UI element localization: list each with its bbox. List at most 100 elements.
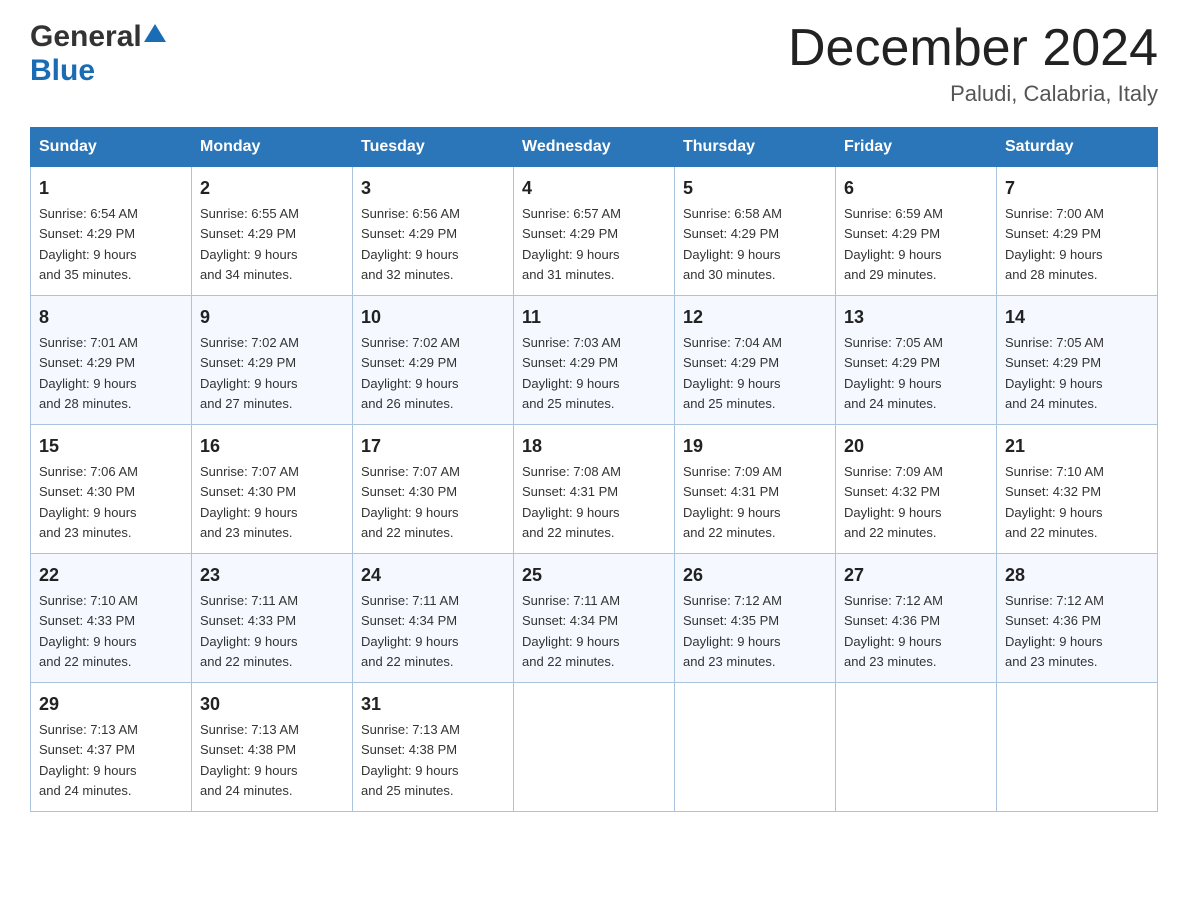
calendar-cell: 13 Sunrise: 7:05 AMSunset: 4:29 PMDaylig… [836, 296, 997, 425]
day-number: 26 [683, 562, 827, 589]
day-info: Sunrise: 6:59 AMSunset: 4:29 PMDaylight:… [844, 206, 943, 282]
col-friday: Friday [836, 128, 997, 167]
calendar-cell: 30 Sunrise: 7:13 AMSunset: 4:38 PMDaylig… [192, 683, 353, 812]
day-info: Sunrise: 6:56 AMSunset: 4:29 PMDaylight:… [361, 206, 460, 282]
calendar-cell [997, 683, 1158, 812]
calendar-cell: 4 Sunrise: 6:57 AMSunset: 4:29 PMDayligh… [514, 167, 675, 296]
day-info: Sunrise: 7:07 AMSunset: 4:30 PMDaylight:… [361, 464, 460, 540]
day-number: 20 [844, 433, 988, 460]
col-saturday: Saturday [997, 128, 1158, 167]
calendar-cell: 1 Sunrise: 6:54 AMSunset: 4:29 PMDayligh… [31, 167, 192, 296]
page-header: General Blue December 2024 Paludi, Calab… [30, 20, 1158, 107]
day-info: Sunrise: 7:10 AMSunset: 4:32 PMDaylight:… [1005, 464, 1104, 540]
day-number: 29 [39, 691, 183, 718]
day-info: Sunrise: 7:12 AMSunset: 4:36 PMDaylight:… [844, 593, 943, 669]
calendar-table: Sunday Monday Tuesday Wednesday Thursday… [30, 127, 1158, 812]
calendar-cell: 27 Sunrise: 7:12 AMSunset: 4:36 PMDaylig… [836, 554, 997, 683]
col-wednesday: Wednesday [514, 128, 675, 167]
calendar-cell: 26 Sunrise: 7:12 AMSunset: 4:35 PMDaylig… [675, 554, 836, 683]
calendar-cell: 16 Sunrise: 7:07 AMSunset: 4:30 PMDaylig… [192, 425, 353, 554]
day-number: 18 [522, 433, 666, 460]
day-info: Sunrise: 7:09 AMSunset: 4:31 PMDaylight:… [683, 464, 782, 540]
day-number: 7 [1005, 175, 1149, 202]
logo-general-text: General [30, 20, 142, 54]
day-info: Sunrise: 7:02 AMSunset: 4:29 PMDaylight:… [361, 335, 460, 411]
title-block: December 2024 Paludi, Calabria, Italy [788, 20, 1158, 107]
calendar-cell: 22 Sunrise: 7:10 AMSunset: 4:33 PMDaylig… [31, 554, 192, 683]
day-info: Sunrise: 7:07 AMSunset: 4:30 PMDaylight:… [200, 464, 299, 540]
day-info: Sunrise: 7:05 AMSunset: 4:29 PMDaylight:… [1005, 335, 1104, 411]
day-number: 8 [39, 304, 183, 331]
calendar-header: Sunday Monday Tuesday Wednesday Thursday… [31, 128, 1158, 167]
day-info: Sunrise: 7:01 AMSunset: 4:29 PMDaylight:… [39, 335, 138, 411]
calendar-cell: 31 Sunrise: 7:13 AMSunset: 4:38 PMDaylig… [353, 683, 514, 812]
day-info: Sunrise: 7:11 AMSunset: 4:34 PMDaylight:… [361, 593, 459, 669]
day-number: 14 [1005, 304, 1149, 331]
day-info: Sunrise: 6:55 AMSunset: 4:29 PMDaylight:… [200, 206, 299, 282]
day-info: Sunrise: 7:13 AMSunset: 4:38 PMDaylight:… [200, 722, 299, 798]
day-info: Sunrise: 7:13 AMSunset: 4:37 PMDaylight:… [39, 722, 138, 798]
calendar-cell: 3 Sunrise: 6:56 AMSunset: 4:29 PMDayligh… [353, 167, 514, 296]
week-row-5: 29 Sunrise: 7:13 AMSunset: 4:37 PMDaylig… [31, 683, 1158, 812]
day-number: 6 [844, 175, 988, 202]
day-number: 22 [39, 562, 183, 589]
day-info: Sunrise: 7:10 AMSunset: 4:33 PMDaylight:… [39, 593, 138, 669]
calendar-cell: 29 Sunrise: 7:13 AMSunset: 4:37 PMDaylig… [31, 683, 192, 812]
day-info: Sunrise: 7:13 AMSunset: 4:38 PMDaylight:… [361, 722, 460, 798]
page-subtitle: Paludi, Calabria, Italy [788, 81, 1158, 107]
calendar-cell: 5 Sunrise: 6:58 AMSunset: 4:29 PMDayligh… [675, 167, 836, 296]
header-row: Sunday Monday Tuesday Wednesday Thursday… [31, 128, 1158, 167]
day-number: 12 [683, 304, 827, 331]
calendar-cell: 7 Sunrise: 7:00 AMSunset: 4:29 PMDayligh… [997, 167, 1158, 296]
calendar-cell: 25 Sunrise: 7:11 AMSunset: 4:34 PMDaylig… [514, 554, 675, 683]
day-info: Sunrise: 7:08 AMSunset: 4:31 PMDaylight:… [522, 464, 621, 540]
day-info: Sunrise: 7:02 AMSunset: 4:29 PMDaylight:… [200, 335, 299, 411]
calendar-cell: 28 Sunrise: 7:12 AMSunset: 4:36 PMDaylig… [997, 554, 1158, 683]
day-info: Sunrise: 7:09 AMSunset: 4:32 PMDaylight:… [844, 464, 943, 540]
col-thursday: Thursday [675, 128, 836, 167]
calendar-cell: 23 Sunrise: 7:11 AMSunset: 4:33 PMDaylig… [192, 554, 353, 683]
day-number: 2 [200, 175, 344, 202]
day-number: 16 [200, 433, 344, 460]
day-info: Sunrise: 6:57 AMSunset: 4:29 PMDaylight:… [522, 206, 621, 282]
calendar-cell [675, 683, 836, 812]
calendar-cell: 15 Sunrise: 7:06 AMSunset: 4:30 PMDaylig… [31, 425, 192, 554]
day-number: 13 [844, 304, 988, 331]
day-info: Sunrise: 7:06 AMSunset: 4:30 PMDaylight:… [39, 464, 138, 540]
day-number: 11 [522, 304, 666, 331]
page-title: December 2024 [788, 20, 1158, 77]
day-number: 17 [361, 433, 505, 460]
day-info: Sunrise: 7:12 AMSunset: 4:36 PMDaylight:… [1005, 593, 1104, 669]
week-row-3: 15 Sunrise: 7:06 AMSunset: 4:30 PMDaylig… [31, 425, 1158, 554]
calendar-cell: 11 Sunrise: 7:03 AMSunset: 4:29 PMDaylig… [514, 296, 675, 425]
day-number: 24 [361, 562, 505, 589]
calendar-cell: 9 Sunrise: 7:02 AMSunset: 4:29 PMDayligh… [192, 296, 353, 425]
day-number: 10 [361, 304, 505, 331]
col-sunday: Sunday [31, 128, 192, 167]
week-row-2: 8 Sunrise: 7:01 AMSunset: 4:29 PMDayligh… [31, 296, 1158, 425]
col-monday: Monday [192, 128, 353, 167]
day-number: 4 [522, 175, 666, 202]
calendar-cell: 8 Sunrise: 7:01 AMSunset: 4:29 PMDayligh… [31, 296, 192, 425]
day-number: 1 [39, 175, 183, 202]
calendar-cell: 19 Sunrise: 7:09 AMSunset: 4:31 PMDaylig… [675, 425, 836, 554]
day-number: 15 [39, 433, 183, 460]
day-number: 27 [844, 562, 988, 589]
calendar-cell: 12 Sunrise: 7:04 AMSunset: 4:29 PMDaylig… [675, 296, 836, 425]
col-tuesday: Tuesday [353, 128, 514, 167]
day-info: Sunrise: 6:58 AMSunset: 4:29 PMDaylight:… [683, 206, 782, 282]
day-info: Sunrise: 7:11 AMSunset: 4:34 PMDaylight:… [522, 593, 620, 669]
day-number: 28 [1005, 562, 1149, 589]
calendar-cell [836, 683, 997, 812]
calendar-cell: 21 Sunrise: 7:10 AMSunset: 4:32 PMDaylig… [997, 425, 1158, 554]
logo-triangle-icon [144, 24, 166, 47]
day-info: Sunrise: 7:04 AMSunset: 4:29 PMDaylight:… [683, 335, 782, 411]
day-info: Sunrise: 7:12 AMSunset: 4:35 PMDaylight:… [683, 593, 782, 669]
day-info: Sunrise: 7:00 AMSunset: 4:29 PMDaylight:… [1005, 206, 1104, 282]
day-info: Sunrise: 7:11 AMSunset: 4:33 PMDaylight:… [200, 593, 298, 669]
calendar-cell: 10 Sunrise: 7:02 AMSunset: 4:29 PMDaylig… [353, 296, 514, 425]
calendar-cell: 24 Sunrise: 7:11 AMSunset: 4:34 PMDaylig… [353, 554, 514, 683]
day-info: Sunrise: 6:54 AMSunset: 4:29 PMDaylight:… [39, 206, 138, 282]
week-row-1: 1 Sunrise: 6:54 AMSunset: 4:29 PMDayligh… [31, 167, 1158, 296]
calendar-cell [514, 683, 675, 812]
